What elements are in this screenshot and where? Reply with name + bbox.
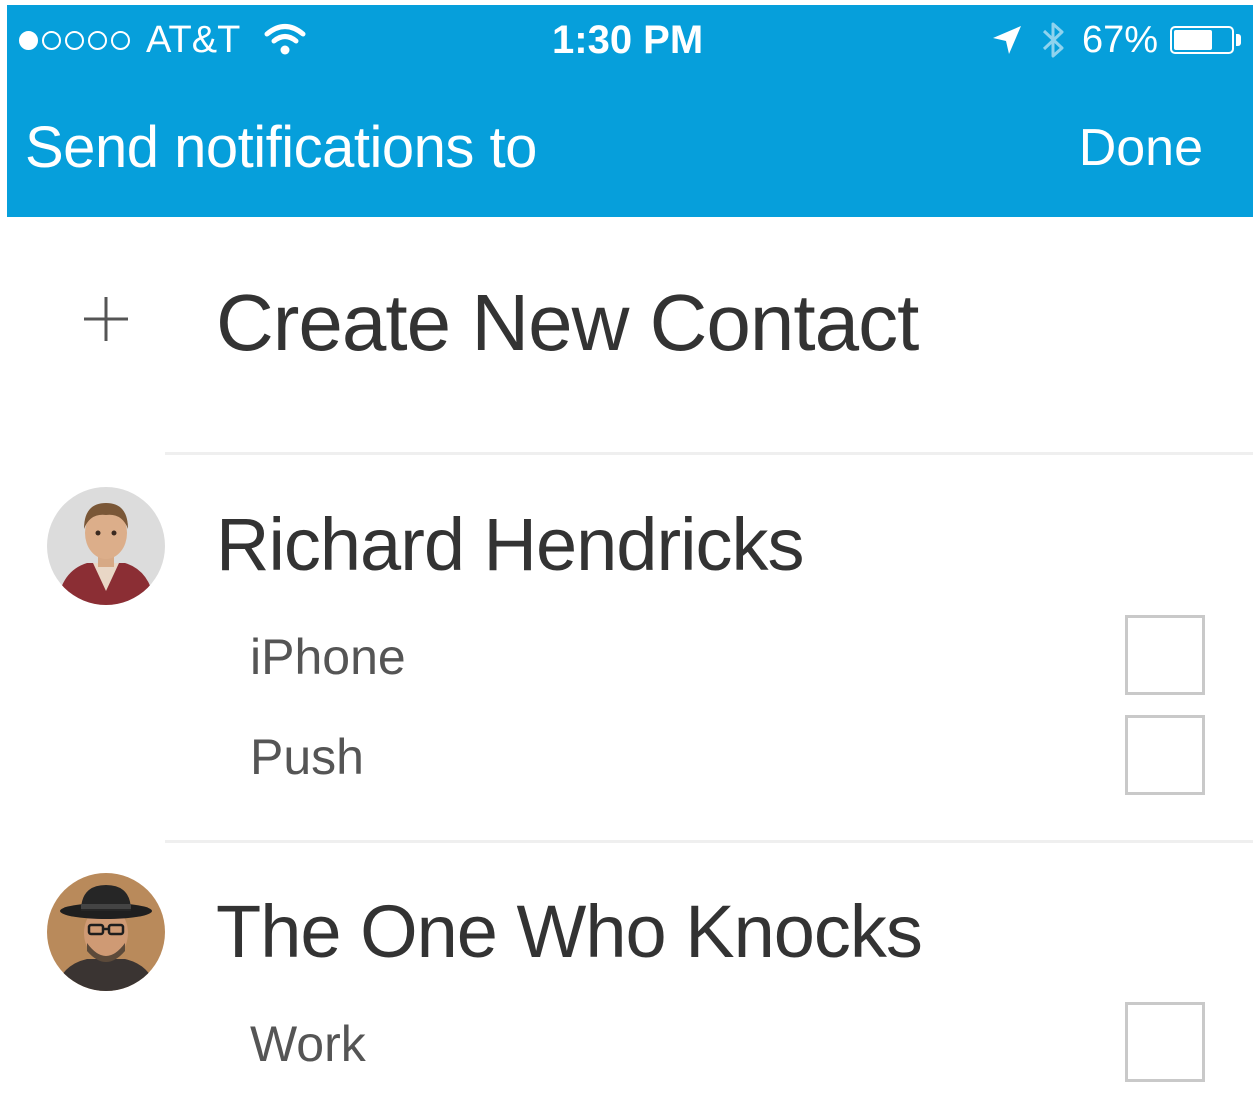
divider — [165, 840, 1253, 843]
page-title: Send notifications to — [25, 115, 537, 180]
nav-bar: Send notifications to Done — [7, 75, 1253, 217]
signal-dot — [42, 30, 61, 50]
avatar — [47, 873, 165, 991]
top-bar: AT&T 1:30 PM 67% Send notifications to D… — [7, 5, 1253, 217]
signal-strength-icon — [19, 30, 134, 50]
avatar — [47, 487, 165, 605]
avatar-knocks-image — [47, 873, 165, 991]
channel-row[interactable]: Push — [0, 715, 1253, 795]
carrier-name: AT&T — [146, 19, 241, 61]
contact-name: The One Who Knocks — [216, 890, 923, 973]
channel-row[interactable]: iPhone — [0, 615, 1253, 695]
signal-dot — [111, 30, 130, 50]
battery-level-fill — [1174, 30, 1212, 50]
channel-checkbox[interactable] — [1125, 615, 1205, 695]
status-time: 1:30 PM — [552, 18, 704, 62]
battery-tip — [1236, 34, 1241, 46]
channel-label: Work — [250, 1016, 366, 1072]
location-arrow-icon — [992, 26, 1021, 54]
signal-dot — [19, 30, 38, 50]
carrier-group: AT&T — [19, 17, 306, 63]
create-new-contact-button[interactable]: Create New Contact — [0, 260, 1253, 380]
plus-icon — [84, 297, 128, 341]
contact-name: Richard Hendricks — [216, 503, 805, 586]
channel-row[interactable]: Work — [0, 1002, 1253, 1082]
battery-percent: 67% — [1081, 18, 1158, 61]
wifi-icon — [264, 24, 306, 55]
divider — [165, 452, 1253, 455]
avatar-richard-image — [47, 487, 165, 605]
status-bar: AT&T 1:30 PM 67% — [7, 5, 1253, 75]
battery-icon — [1170, 26, 1234, 54]
bluetooth-icon — [1042, 22, 1064, 58]
signal-dot — [65, 30, 84, 50]
notification-recipients-screen: AT&T 1:30 PM 67% Send notifications to D… — [0, 0, 1253, 1120]
create-new-contact-label: Create New Contact — [216, 278, 919, 367]
signal-dot — [88, 30, 107, 50]
channel-label: Push — [250, 729, 364, 785]
channel-checkbox[interactable] — [1125, 1002, 1205, 1082]
channel-checkbox[interactable] — [1125, 715, 1205, 795]
channel-label: iPhone — [250, 629, 406, 685]
status-right-group: 67% — [990, 17, 1241, 63]
done-button[interactable]: Done — [1079, 113, 1203, 183]
